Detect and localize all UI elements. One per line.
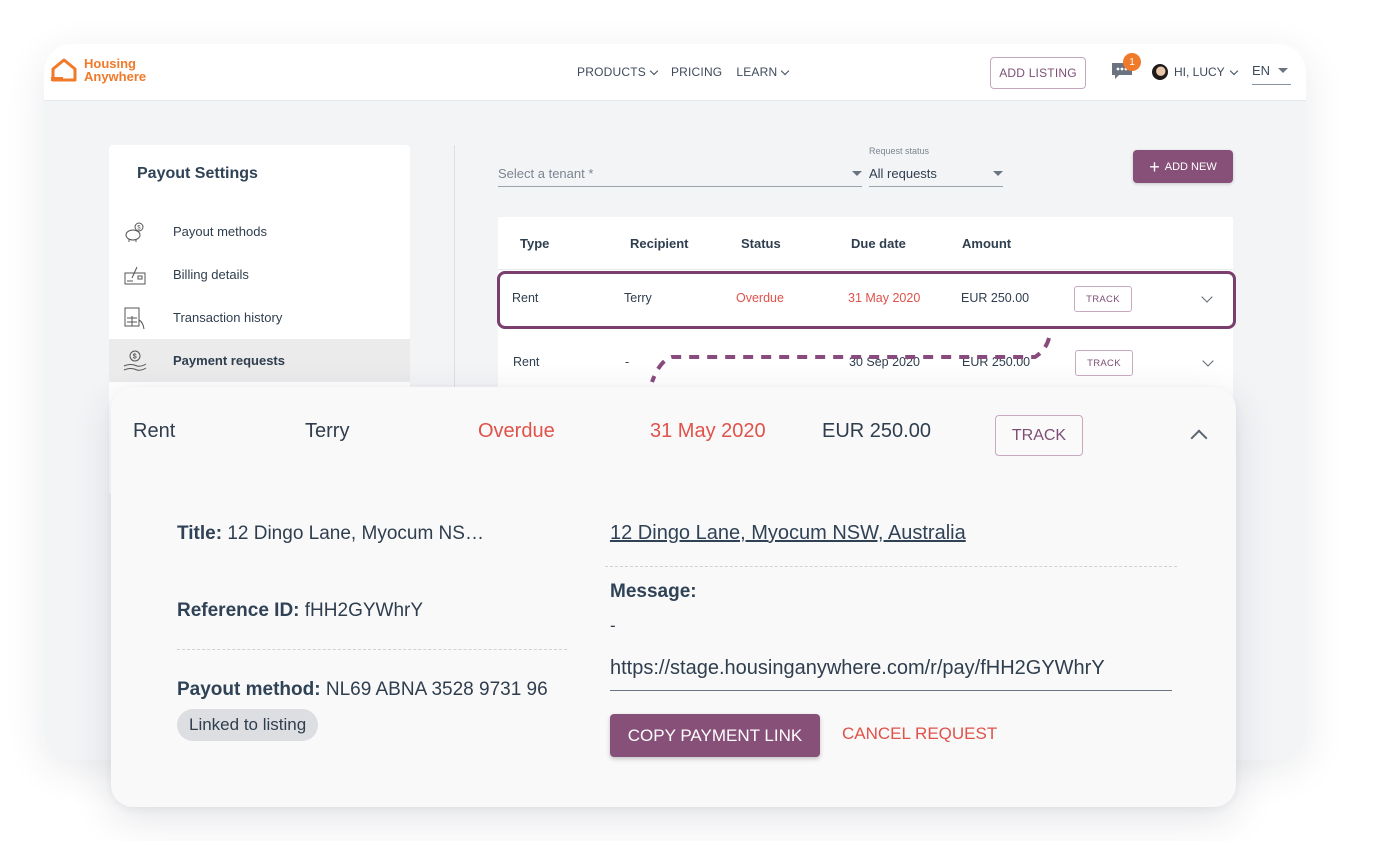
top-navigation-bar: Housing Anywhere PRODUCTS PRICING LEARN … [44,44,1306,101]
header-type: Type [520,236,550,251]
cell-recipient: Terry [624,291,652,305]
nav-pricing[interactable]: PRICING [671,65,722,79]
cancel-request-button[interactable]: CANCEL REQUEST [842,724,997,744]
nav-learn[interactable]: LEARN [736,65,790,79]
detail-recipient: Terry [305,420,350,442]
language-select[interactable]: EN [1252,63,1291,85]
nav-products-label: PRODUCTS [577,65,646,79]
cell-due-date: 31 May 2020 [848,291,921,305]
payout-method-field: Payout method: NL69 ABNA 3528 9731 96 [177,679,548,701]
detail-summary-row[interactable]: Rent Terry Overdue 31 May 2020 EUR 250.0… [111,387,1236,477]
title-field: Title: 12 Dingo Lane, Myocum NS… [177,523,484,545]
cell-type: Rent [513,355,540,369]
house-logo-icon [51,58,77,82]
piggy-bank-icon: $ [125,222,144,242]
title-label: Title: [177,523,223,544]
reference-id-label: Reference ID: [177,600,300,621]
sidebar-item-payout-methods[interactable]: $ Payout methods [109,210,410,253]
detail-type: Rent [133,420,176,442]
sidebar-item-payment-requests[interactable]: $ Payment requests [109,339,410,382]
nav-pricing-label: PRICING [670,65,723,79]
sidebar-title: Payout Settings [137,165,258,182]
sidebar-item-label: Billing details [173,267,249,282]
header-due-date: Due date [851,236,906,251]
sidebar-item-label: Transaction history [173,310,283,325]
listing-address-link[interactable]: 12 Dingo Lane, Myocum NSW, Australia [610,522,966,545]
payout-method-value: NL69 ABNA 3528 9731 96 [325,679,548,700]
table-row[interactable]: Rent Terry Overdue 31 May 2020 EUR 250.0… [497,271,1236,329]
tenant-select[interactable]: Select a tenant * [498,161,862,187]
chevron-down-icon[interactable] [1202,355,1214,367]
request-status-select[interactable]: All requests [869,161,1003,187]
tenant-select-placeholder: Select a tenant * [498,166,594,181]
billing-check-icon [124,266,146,284]
linked-to-listing-chip: Linked to listing [177,709,319,741]
message-label: Message: [610,581,697,602]
caret-down-icon [852,171,862,176]
request-status-label: Request status [869,146,930,156]
nav-learn-label: LEARN [736,65,778,79]
chevron-down-icon[interactable] [1201,291,1213,303]
sidebar-item-billing-details[interactable]: Billing details [109,253,410,296]
chevron-up-icon[interactable] [1190,429,1208,447]
caret-down-icon [1278,68,1289,73]
track-button[interactable]: TRACK [995,415,1083,456]
chevron-down-icon [649,66,659,75]
add-new-label: ADD NEW [1164,160,1217,173]
header-recipient: Recipient [630,236,689,251]
payment-request-detail-card: Rent Terry Overdue 31 May 2020 EUR 250.0… [111,387,1236,807]
payout-method-label: Payout method: [177,679,321,700]
cell-recipient: - [625,355,630,369]
user-menu[interactable]: HI, LUCY [1174,65,1238,79]
message-value: - [610,616,616,635]
nav-products[interactable]: PRODUCTS [577,65,659,79]
request-status-value: All requests [869,166,937,181]
detail-status: Overdue [478,420,555,442]
language-value: EN [1252,63,1271,78]
logo[interactable]: Housing Anywhere [50,56,146,84]
main-nav: PRODUCTS PRICING LEARN [577,65,790,79]
transaction-receipt-icon [124,307,145,329]
plus-icon: + [1149,156,1160,177]
reference-id-field: Reference ID: fHH2GYWhrY [177,600,423,622]
user-greeting: HI, LUCY [1174,65,1225,79]
detail-due-date: 31 May 2020 [650,420,766,442]
caret-down-icon [993,171,1003,176]
sidebar-item-transaction-history[interactable]: Transaction history [109,296,410,339]
reference-id-value: fHH2GYWhrY [304,600,424,621]
hand-coin-icon: $ [123,350,147,371]
divider [177,649,567,650]
track-button[interactable]: TRACK [1075,350,1133,376]
sidebar-item-label: Payment requests [173,353,285,368]
copy-payment-link-button[interactable]: COPY PAYMENT LINK [610,714,820,757]
sidebar-item-label: Payout methods [173,224,267,239]
chevron-down-icon [781,66,790,75]
notification-badge: 1 [1123,53,1141,71]
payment-link-field[interactable]: https://stage.housinganywhere.com/r/pay/… [610,657,1172,691]
avatar[interactable] [1152,64,1168,80]
chevron-down-icon [1229,66,1238,75]
title-value: 12 Dingo Lane, Myocum NS… [227,523,484,544]
cell-status: Overdue [736,291,784,305]
table-header: Type Recipient Status Due date Amount [498,217,1233,270]
cell-amount: EUR 250.00 [962,355,1031,369]
cell-type: Rent [512,291,539,305]
cell-amount: EUR 250.00 [961,291,1030,305]
header-amount: Amount [962,236,1012,251]
add-listing-button[interactable]: ADD LISTING [990,57,1086,89]
add-new-button[interactable]: + ADD NEW [1133,150,1233,183]
logo-text-line2: Anywhere [84,69,147,84]
detail-amount: EUR 250.00 [822,420,931,442]
header-status: Status [741,236,781,251]
divider [605,566,1177,567]
track-button[interactable]: TRACK [1074,286,1132,312]
table-row[interactable]: Rent - 30 Sep 2020 EUR 250.00 TRACK [498,334,1233,392]
cell-due-date: 30 Sep 2020 [849,355,920,369]
svg-text:$: $ [133,353,137,360]
